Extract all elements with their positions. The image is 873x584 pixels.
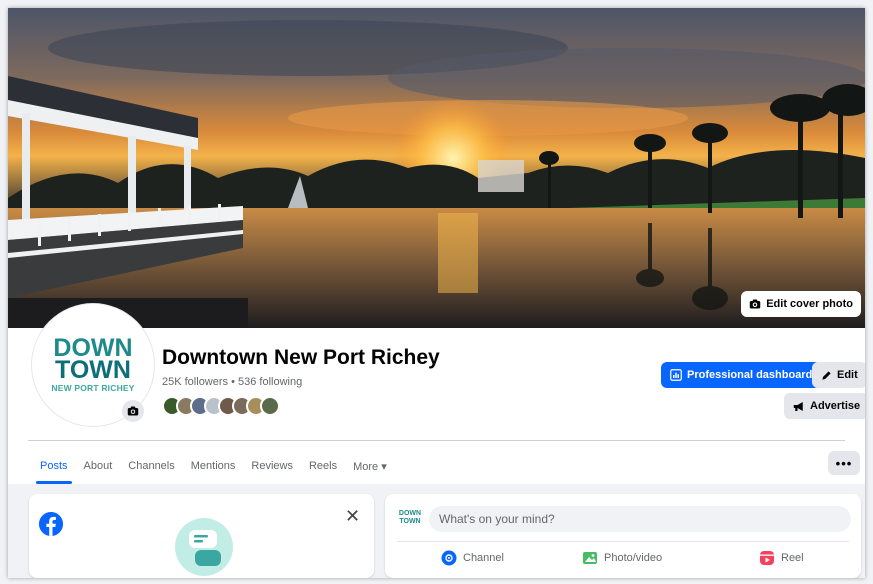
channel-label: Channel: [463, 552, 504, 564]
pencil-icon: [822, 370, 831, 380]
reel-label: Reel: [781, 552, 804, 564]
facebook-f-glyph: [39, 512, 63, 536]
tab-reviews[interactable]: Reviews: [243, 448, 301, 484]
cover-sunset-image: [8, 8, 865, 328]
follower-stats[interactable]: 25K followers • 536 following: [162, 376, 302, 388]
post-composer: DOWN TOWN Channel Photo/video: [385, 494, 861, 578]
tab-about[interactable]: About: [76, 448, 121, 484]
tab-posts[interactable]: Posts: [32, 448, 76, 484]
follower-avatar[interactable]: [260, 396, 280, 416]
photo-video-button[interactable]: Photo/video: [582, 550, 662, 566]
channel-icon: [441, 550, 457, 566]
cover-photo[interactable]: Edit cover photo: [8, 8, 865, 328]
edit-cover-photo-button[interactable]: Edit cover photo: [741, 291, 861, 317]
professional-dashboard-label: Professional dashboard: [687, 369, 813, 381]
tab-reels[interactable]: Reels: [301, 448, 345, 484]
logo-subtitle: NEW PORT RICHEY: [51, 383, 135, 393]
facebook-page-window: Edit cover photo DOWN TOWN NEW PORT RICH…: [8, 8, 865, 578]
chat-bubbles-illustration: [175, 518, 233, 576]
whats-on-your-mind-input[interactable]: [429, 506, 851, 532]
page-title: Downtown New Port Richey: [162, 346, 440, 369]
tab-more[interactable]: More ▾: [345, 448, 395, 484]
page-tabs: Posts About Channels Mentions Reviews Re…: [32, 448, 395, 484]
edit-cover-photo-label: Edit cover photo: [766, 298, 853, 310]
edit-button[interactable]: Edit: [812, 362, 865, 388]
advertise-label: Advertise: [810, 400, 861, 412]
tab-channels[interactable]: Channels: [120, 448, 182, 484]
promo-card: ✕: [29, 494, 374, 578]
photo-icon: [583, 552, 597, 564]
close-card-button[interactable]: ✕: [345, 507, 360, 525]
reel-button[interactable]: Reel: [759, 550, 804, 566]
tab-mentions[interactable]: Mentions: [183, 448, 244, 484]
follower-avatars[interactable]: [162, 396, 280, 416]
chat-bubbles-icon: [189, 530, 221, 566]
photo-video-label: Photo/video: [604, 552, 663, 564]
logo-text-line2: TOWN: [55, 356, 131, 384]
channel-button[interactable]: Channel: [441, 550, 504, 566]
update-profile-picture-button[interactable]: [122, 400, 144, 422]
dashboard-icon: [670, 369, 682, 381]
header-divider: [28, 440, 845, 441]
professional-dashboard-button[interactable]: Professional dashboard: [661, 362, 822, 388]
megaphone-icon: [793, 401, 803, 411]
reel-icon: [760, 551, 774, 565]
edit-label: Edit: [837, 369, 858, 381]
camera-icon: [127, 406, 139, 416]
camera-icon: [749, 299, 761, 309]
more-options-button[interactable]: •••: [828, 451, 860, 475]
composer-divider: [397, 541, 849, 542]
advertise-button[interactable]: Advertise: [784, 393, 865, 419]
facebook-icon: [39, 512, 63, 536]
composer-avatar[interactable]: DOWN TOWN: [397, 510, 423, 528]
